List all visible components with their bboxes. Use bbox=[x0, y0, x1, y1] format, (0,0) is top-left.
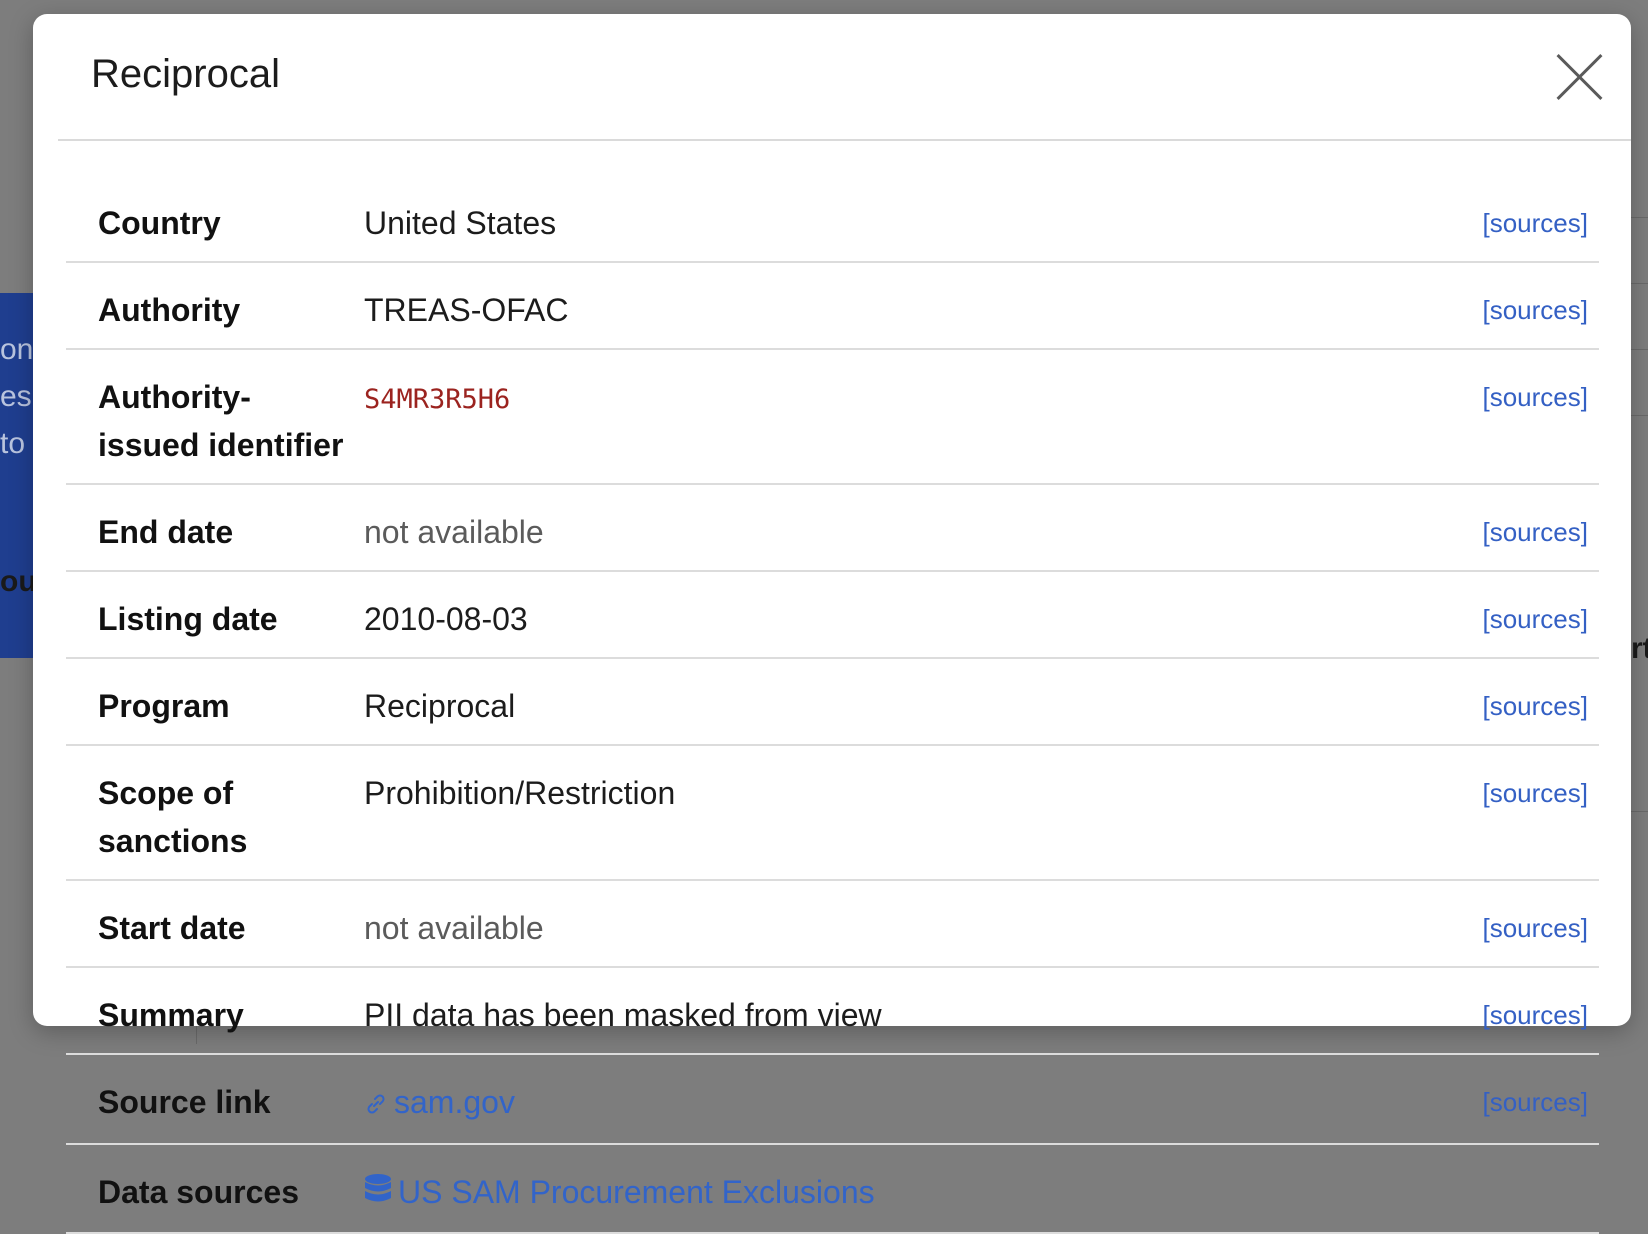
background-text-fragment: ou bbox=[0, 565, 37, 598]
property-value: PII data has been masked from view bbox=[364, 967, 1458, 1055]
background-divider bbox=[1631, 811, 1648, 812]
property-label: Country bbox=[66, 176, 364, 263]
background-text-fragment: to bbox=[0, 427, 26, 460]
table-row: Authority TREAS-OFAC [sources] bbox=[66, 262, 1599, 350]
source-link-label: sam.gov bbox=[394, 1084, 515, 1120]
database-icon bbox=[364, 1170, 392, 1218]
data-source-link[interactable]: US SAM Procurement Exclusions bbox=[364, 1174, 875, 1210]
sources-link[interactable]: [sources] bbox=[1483, 913, 1589, 943]
property-label: Program bbox=[66, 658, 364, 746]
background-text-fragment: rt bbox=[1631, 632, 1648, 665]
reciprocal-dialog: Reciprocal Country United States [source… bbox=[33, 14, 1631, 1234]
sources-link[interactable]: [sources] bbox=[1483, 1000, 1589, 1030]
properties-table: Country United States [sources] Authorit… bbox=[66, 176, 1599, 1234]
property-label: End date bbox=[66, 484, 364, 572]
sources-link[interactable]: [sources] bbox=[1483, 778, 1589, 808]
property-label: Summary bbox=[66, 967, 364, 1055]
sources-link[interactable]: [sources] bbox=[1483, 295, 1589, 325]
identifier-code: S4MR3R5H6 bbox=[364, 384, 511, 415]
sources-link[interactable]: [sources] bbox=[1483, 1087, 1589, 1117]
table-row: Summary PII data has been masked from vi… bbox=[66, 967, 1599, 1055]
property-label: Start date bbox=[66, 880, 364, 968]
table-row: Start date not available [sources] bbox=[66, 880, 1599, 968]
property-label: Authority bbox=[66, 262, 364, 350]
property-label: Authority-issued identifier bbox=[66, 349, 364, 485]
background-divider bbox=[1631, 415, 1648, 416]
dialog-title: Reciprocal bbox=[91, 52, 280, 96]
property-label: Listing date bbox=[66, 571, 364, 659]
table-row: Scope of sanctions Prohibition/Restricti… bbox=[66, 745, 1599, 881]
table-row: Authority-issued identifier S4MR3R5H6 [s… bbox=[66, 349, 1599, 485]
property-value: not available bbox=[364, 880, 1458, 968]
background-divider bbox=[1631, 349, 1648, 350]
sources-link[interactable]: [sources] bbox=[1483, 382, 1589, 412]
sources-link[interactable]: [sources] bbox=[1483, 604, 1589, 634]
property-value: TREAS-OFAC bbox=[364, 262, 1458, 350]
table-row: End date not available [sources] bbox=[66, 484, 1599, 572]
property-value: United States bbox=[364, 176, 1458, 263]
table-row: Country United States [sources] bbox=[66, 176, 1599, 263]
data-source-label: US SAM Procurement Exclusions bbox=[398, 1173, 875, 1210]
property-label: Source link bbox=[66, 1054, 364, 1145]
sources-link[interactable]: [sources] bbox=[1483, 517, 1589, 547]
property-value: not available bbox=[364, 484, 1458, 572]
background-divider bbox=[1631, 283, 1648, 284]
dialog-header: Reciprocal bbox=[58, 14, 1631, 141]
close-icon[interactable] bbox=[1554, 52, 1604, 102]
property-value: Prohibition/Restriction bbox=[364, 745, 1458, 881]
table-row: Source link sam.gov [sources] bbox=[66, 1054, 1599, 1145]
sources-link[interactable]: [sources] bbox=[1483, 208, 1589, 238]
background-divider bbox=[1631, 217, 1648, 218]
link-icon bbox=[364, 1081, 388, 1129]
sources-link[interactable]: [sources] bbox=[1483, 691, 1589, 721]
table-row: Program Reciprocal [sources] bbox=[66, 658, 1599, 746]
table-row: Listing date 2010-08-03 [sources] bbox=[66, 571, 1599, 659]
table-row: Data sources US SAM Procurement Exclusio… bbox=[66, 1143, 1599, 1234]
property-value: Reciprocal bbox=[364, 658, 1458, 746]
property-label: Data sources bbox=[66, 1143, 364, 1234]
source-link[interactable]: sam.gov bbox=[364, 1084, 515, 1120]
property-value: 2010-08-03 bbox=[364, 571, 1458, 659]
property-label: Scope of sanctions bbox=[66, 745, 364, 881]
background-text-fragment: es bbox=[0, 380, 32, 413]
